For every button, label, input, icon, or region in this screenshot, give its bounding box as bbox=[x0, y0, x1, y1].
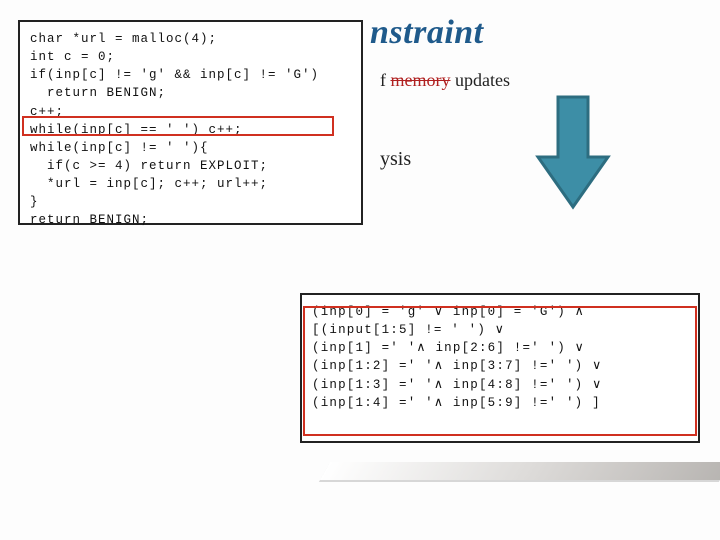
arrow-down-icon bbox=[533, 92, 613, 212]
title-fragment: nstraint bbox=[370, 14, 484, 52]
code-box-source: char *url = malloc(4); int c = 0; if(inp… bbox=[18, 20, 363, 225]
bullet-analysis-fragment: ysis bbox=[380, 148, 411, 171]
slide: nstraint f memory updates ysis char *url… bbox=[0, 0, 720, 540]
bullet-memory-updates: f memory updates bbox=[380, 70, 510, 91]
bullet1-strike: memory bbox=[391, 70, 451, 90]
code-box-constraint: (inp[0] = 'g' ∨ inp[0] = 'G') ∧ [(input[… bbox=[300, 293, 700, 443]
bullet1-prefix: f bbox=[380, 70, 391, 90]
bullet1-suffix: updates bbox=[451, 70, 510, 90]
accent-strip bbox=[320, 462, 720, 480]
